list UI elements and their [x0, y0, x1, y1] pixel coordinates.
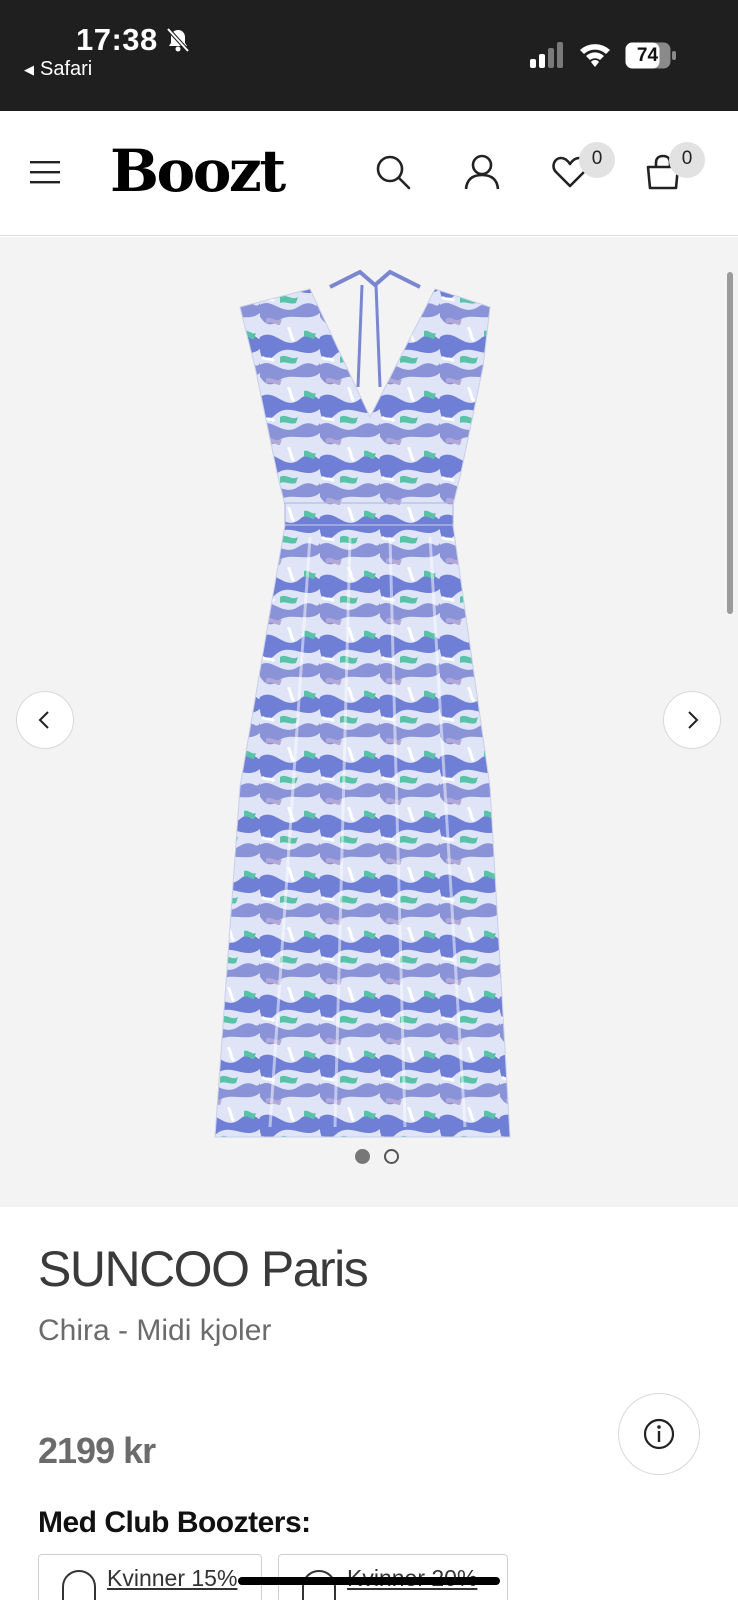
product-image-gallery[interactable]: [0, 237, 738, 1207]
cart-count-badge: 0: [669, 142, 705, 178]
discount-chip[interactable]: Kvinner 15%: [38, 1554, 262, 1600]
signal-icon: [530, 42, 563, 68]
back-to-safari[interactable]: ◀ Safari: [24, 58, 92, 81]
info-icon: [643, 1418, 675, 1450]
brand-logo[interactable]: Boozt: [110, 137, 286, 205]
scrollbar[interactable]: [727, 272, 733, 614]
product-image: [214, 269, 511, 1138]
chevron-right-icon: [688, 711, 699, 729]
previous-image-button[interactable]: [16, 691, 74, 749]
product-brand[interactable]: SUNCOO Paris: [38, 1240, 369, 1298]
bell-slash-icon: [166, 27, 190, 53]
next-image-button[interactable]: [663, 691, 721, 749]
back-label: Safari: [40, 58, 93, 80]
pagination-dot-2[interactable]: [383, 1149, 399, 1164]
user-icon[interactable]: [463, 153, 501, 191]
club-boozters-heading: Med Club Boozters:: [38, 1506, 311, 1539]
home-indicator[interactable]: [238, 1577, 500, 1585]
product-price: 2199 kr: [38, 1430, 156, 1471]
pagination-dot-1[interactable]: [354, 1149, 370, 1164]
discount-label: Kvinner 15%: [107, 1565, 238, 1591]
clock: 17:38: [76, 22, 158, 57]
product-subtitle: Chira - Midi kjoler: [38, 1314, 272, 1347]
wishlist-count-badge: 0: [579, 142, 615, 178]
battery-level: 74: [636, 45, 659, 66]
menu-icon[interactable]: [30, 159, 62, 185]
wifi-icon: [580, 44, 610, 67]
info-button[interactable]: [618, 1393, 700, 1475]
back-arrow-icon: ◀: [24, 61, 34, 77]
site-header: Boozt 0 0: [0, 111, 738, 236]
image-pagination: [0, 1149, 738, 1164]
chevron-left-icon: [38, 711, 49, 729]
shield-icon: [62, 1569, 96, 1600]
status-bar: 17:38 ◀ Safari 74: [0, 0, 738, 111]
search-icon[interactable]: [374, 153, 412, 191]
